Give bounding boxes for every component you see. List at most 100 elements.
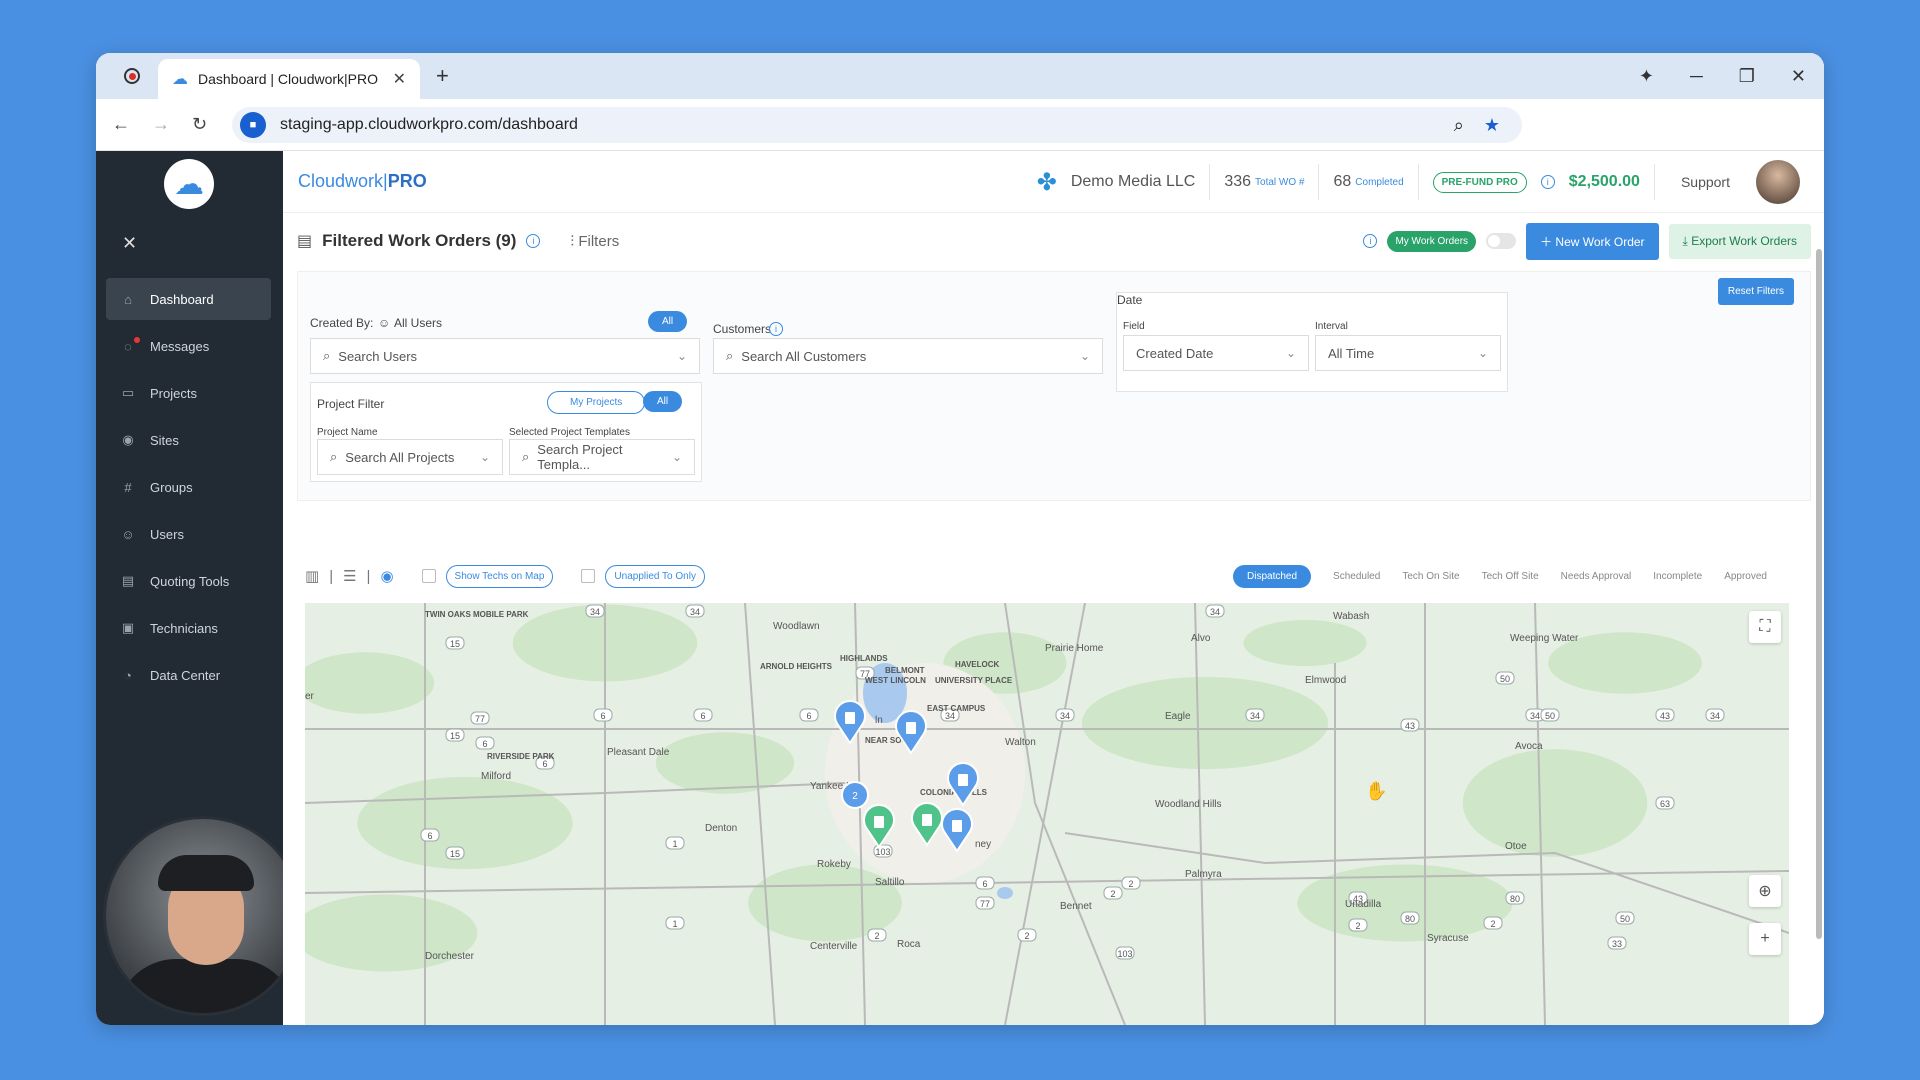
close-sidebar-icon[interactable]: ✕ (122, 233, 137, 254)
unapplied-checkbox[interactable] (581, 569, 596, 583)
sidebar-item-quoting-tools[interactable]: ▤ Quoting Tools (106, 560, 271, 602)
export-work-orders-button[interactable]: ⤓ Export Work Orders (1668, 223, 1811, 259)
created-by-all-pill[interactable]: All (648, 311, 688, 332)
my-work-orders-toggle[interactable] (1486, 233, 1517, 249)
address-bar: ← → ↻ ■ staging-app.cloudworkpro.com/das… (96, 99, 1824, 151)
company-switcher[interactable]: ✤ Demo Media LLC (1037, 164, 1211, 200)
map-green-area (1243, 619, 1367, 667)
customers-info-icon[interactable]: i (769, 322, 783, 336)
sidebar-item-messages[interactable]: ◌ Messages (106, 325, 271, 367)
site-info-icon[interactable]: ■ (240, 112, 266, 138)
recenter-icon[interactable]: ⊕ (1749, 875, 1781, 907)
bookmark-star-icon[interactable]: ★ (1484, 115, 1500, 136)
clipboard-icon (874, 816, 884, 828)
reset-filters-button[interactable]: Reset Filters (1717, 278, 1794, 305)
sidebar-item-projects[interactable]: ▭ Projects (106, 372, 271, 414)
divider: | (366, 567, 371, 585)
status-tab-tech-on-site[interactable]: Tech On Site (1402, 571, 1459, 582)
chevron-down-icon: ⌄ (1285, 346, 1296, 360)
route-shield-label: 50 (1545, 711, 1555, 721)
sidebar-item-technicians[interactable]: ▣ Technicians (106, 607, 271, 649)
close-tab-icon[interactable]: ✕ (393, 69, 406, 89)
my-projects-pill[interactable]: My Projects (547, 391, 646, 414)
route-shield-label: 63 (1660, 799, 1670, 809)
unapplied-chip[interactable]: Unapplied To Only (605, 564, 705, 588)
zoom-in-icon[interactable]: + (1749, 923, 1781, 955)
show-techs-checkbox[interactable] (421, 569, 436, 583)
status-tab-tech-off-site[interactable]: Tech Off Site (1482, 571, 1539, 582)
search-customers-input[interactable]: ⌕ Search All Customers ⌄ (713, 338, 1103, 374)
forward-icon[interactable]: → (152, 114, 170, 135)
new-tab-icon[interactable]: + (436, 63, 449, 89)
close-window-icon[interactable]: ✕ (1791, 66, 1806, 87)
title-info-icon[interactable]: i (526, 234, 541, 248)
status-tab-scheduled[interactable]: Scheduled (1333, 571, 1380, 582)
sidebar-item-label: Sites (150, 432, 179, 448)
map-place-label: Dorchester (425, 951, 475, 962)
minimize-icon[interactable]: ─ (1690, 66, 1703, 87)
browser-tab[interactable]: ☁ Dashboard | Cloudwork|PRO ✕ (158, 59, 420, 99)
sidebar-item-sites[interactable]: ◉ Sites (106, 419, 271, 461)
status-tab-incomplete[interactable]: Incomplete (1653, 571, 1702, 582)
filter-panel: Reset Filters Created By: ☺ All Users Al… (297, 271, 1811, 501)
scrollbar-thumb[interactable] (1816, 249, 1822, 939)
interval-select[interactable]: All Time ⌄ (1315, 335, 1501, 371)
brand-name[interactable]: Cloudwork|PRO (298, 171, 427, 192)
list-view-icon[interactable]: ☰ (343, 567, 356, 585)
status-tab-dispatched[interactable]: Dispatched (1233, 564, 1312, 588)
map-canvas[interactable]: 34 34 3434 3434343415151566 6 666677777780802… (305, 603, 1789, 1025)
search-users-input[interactable]: ⌕ Search Users ⌄ (310, 338, 700, 374)
prefund-badge[interactable]: PRE-FUND PRO (1432, 171, 1527, 193)
map-place-label: Syracuse (1427, 933, 1469, 944)
my-wo-info-icon[interactable]: i (1363, 234, 1378, 248)
location-icon: ◉ (122, 432, 134, 447)
status-tab-approved[interactable]: Approved (1724, 571, 1767, 582)
sidebar-item-dashboard[interactable]: ⌂ Dashboard (106, 278, 271, 320)
sidebar-item-groups[interactable]: # Groups (106, 466, 271, 508)
restore-icon[interactable]: ❐ (1739, 66, 1755, 87)
columns-view-icon[interactable]: ▥ (305, 567, 319, 585)
map-place-label: Rokeby (817, 859, 851, 870)
date-field-select[interactable]: Created Date ⌄ (1123, 335, 1309, 371)
home-icon: ⌂ (124, 291, 132, 307)
avatar[interactable] (1756, 160, 1800, 204)
sidebar-item-users[interactable]: ☺ Users (106, 513, 271, 555)
presenter-cap (158, 855, 254, 891)
search-icon: ⌕ (330, 449, 338, 464)
map-place-label: Woodland Hills (1155, 799, 1222, 810)
my-work-orders-button[interactable]: My Work Orders (1387, 230, 1477, 252)
fullscreen-icon[interactable]: ⛶ (1749, 611, 1781, 643)
projects-all-pill[interactable]: All (643, 391, 683, 412)
reload-icon[interactable]: ↻ (192, 114, 207, 135)
filters-toggle[interactable]: ⫶ Filters (570, 233, 619, 250)
chevron-down-icon: ⌄ (676, 349, 687, 363)
map[interactable]: 34 34 34 34 34 34 34 34 15 15 15 6 6 6 6 6 6 6 77 77 77 80 80 2… (305, 603, 1789, 1025)
map-place-label: Eagle (1165, 711, 1191, 722)
map-green-area (1462, 749, 1648, 857)
info-icon[interactable]: i (1540, 175, 1555, 189)
support-link[interactable]: Support (1669, 174, 1742, 190)
zoom-icon[interactable]: ⌕ (1454, 115, 1464, 136)
url-field[interactable]: ■ staging-app.cloudworkpro.com/dashboard… (232, 107, 1522, 143)
webcam-overlay (103, 816, 303, 1016)
route-shield-label: 6 (482, 739, 487, 749)
tab-title: Dashboard | Cloudwork|PRO (198, 71, 379, 87)
back-icon[interactable]: ← (112, 114, 130, 135)
sparkle-icon[interactable]: ✦ (1639, 66, 1654, 87)
show-techs-chip[interactable]: Show Techs on Map (445, 564, 554, 588)
customers-label: Customers (713, 322, 772, 336)
project-templates-input[interactable]: ⌕ Search Project Templa... ⌄ (509, 439, 695, 475)
map-place-label: Denton (705, 823, 737, 834)
app-logo[interactable]: ☁ (164, 159, 214, 209)
map-view-icon[interactable]: ◉ (380, 567, 393, 585)
sidebar-item-data-center[interactable]: ◔ Data Center (106, 654, 271, 696)
route-shield-label: 34 (1210, 607, 1220, 617)
status-tab-needs-approval[interactable]: Needs Approval (1561, 571, 1632, 582)
record-icon[interactable] (124, 68, 140, 84)
new-work-order-button[interactable]: ＋ New Work Order (1526, 222, 1659, 260)
map-place-label: Elmwood (1305, 675, 1346, 686)
map-place-label: Unadilla (1345, 899, 1382, 910)
page-scrollbar[interactable] (1814, 239, 1822, 1025)
clipboard-icon (906, 722, 916, 734)
project-name-input[interactable]: ⌕ Search All Projects ⌄ (317, 439, 503, 475)
